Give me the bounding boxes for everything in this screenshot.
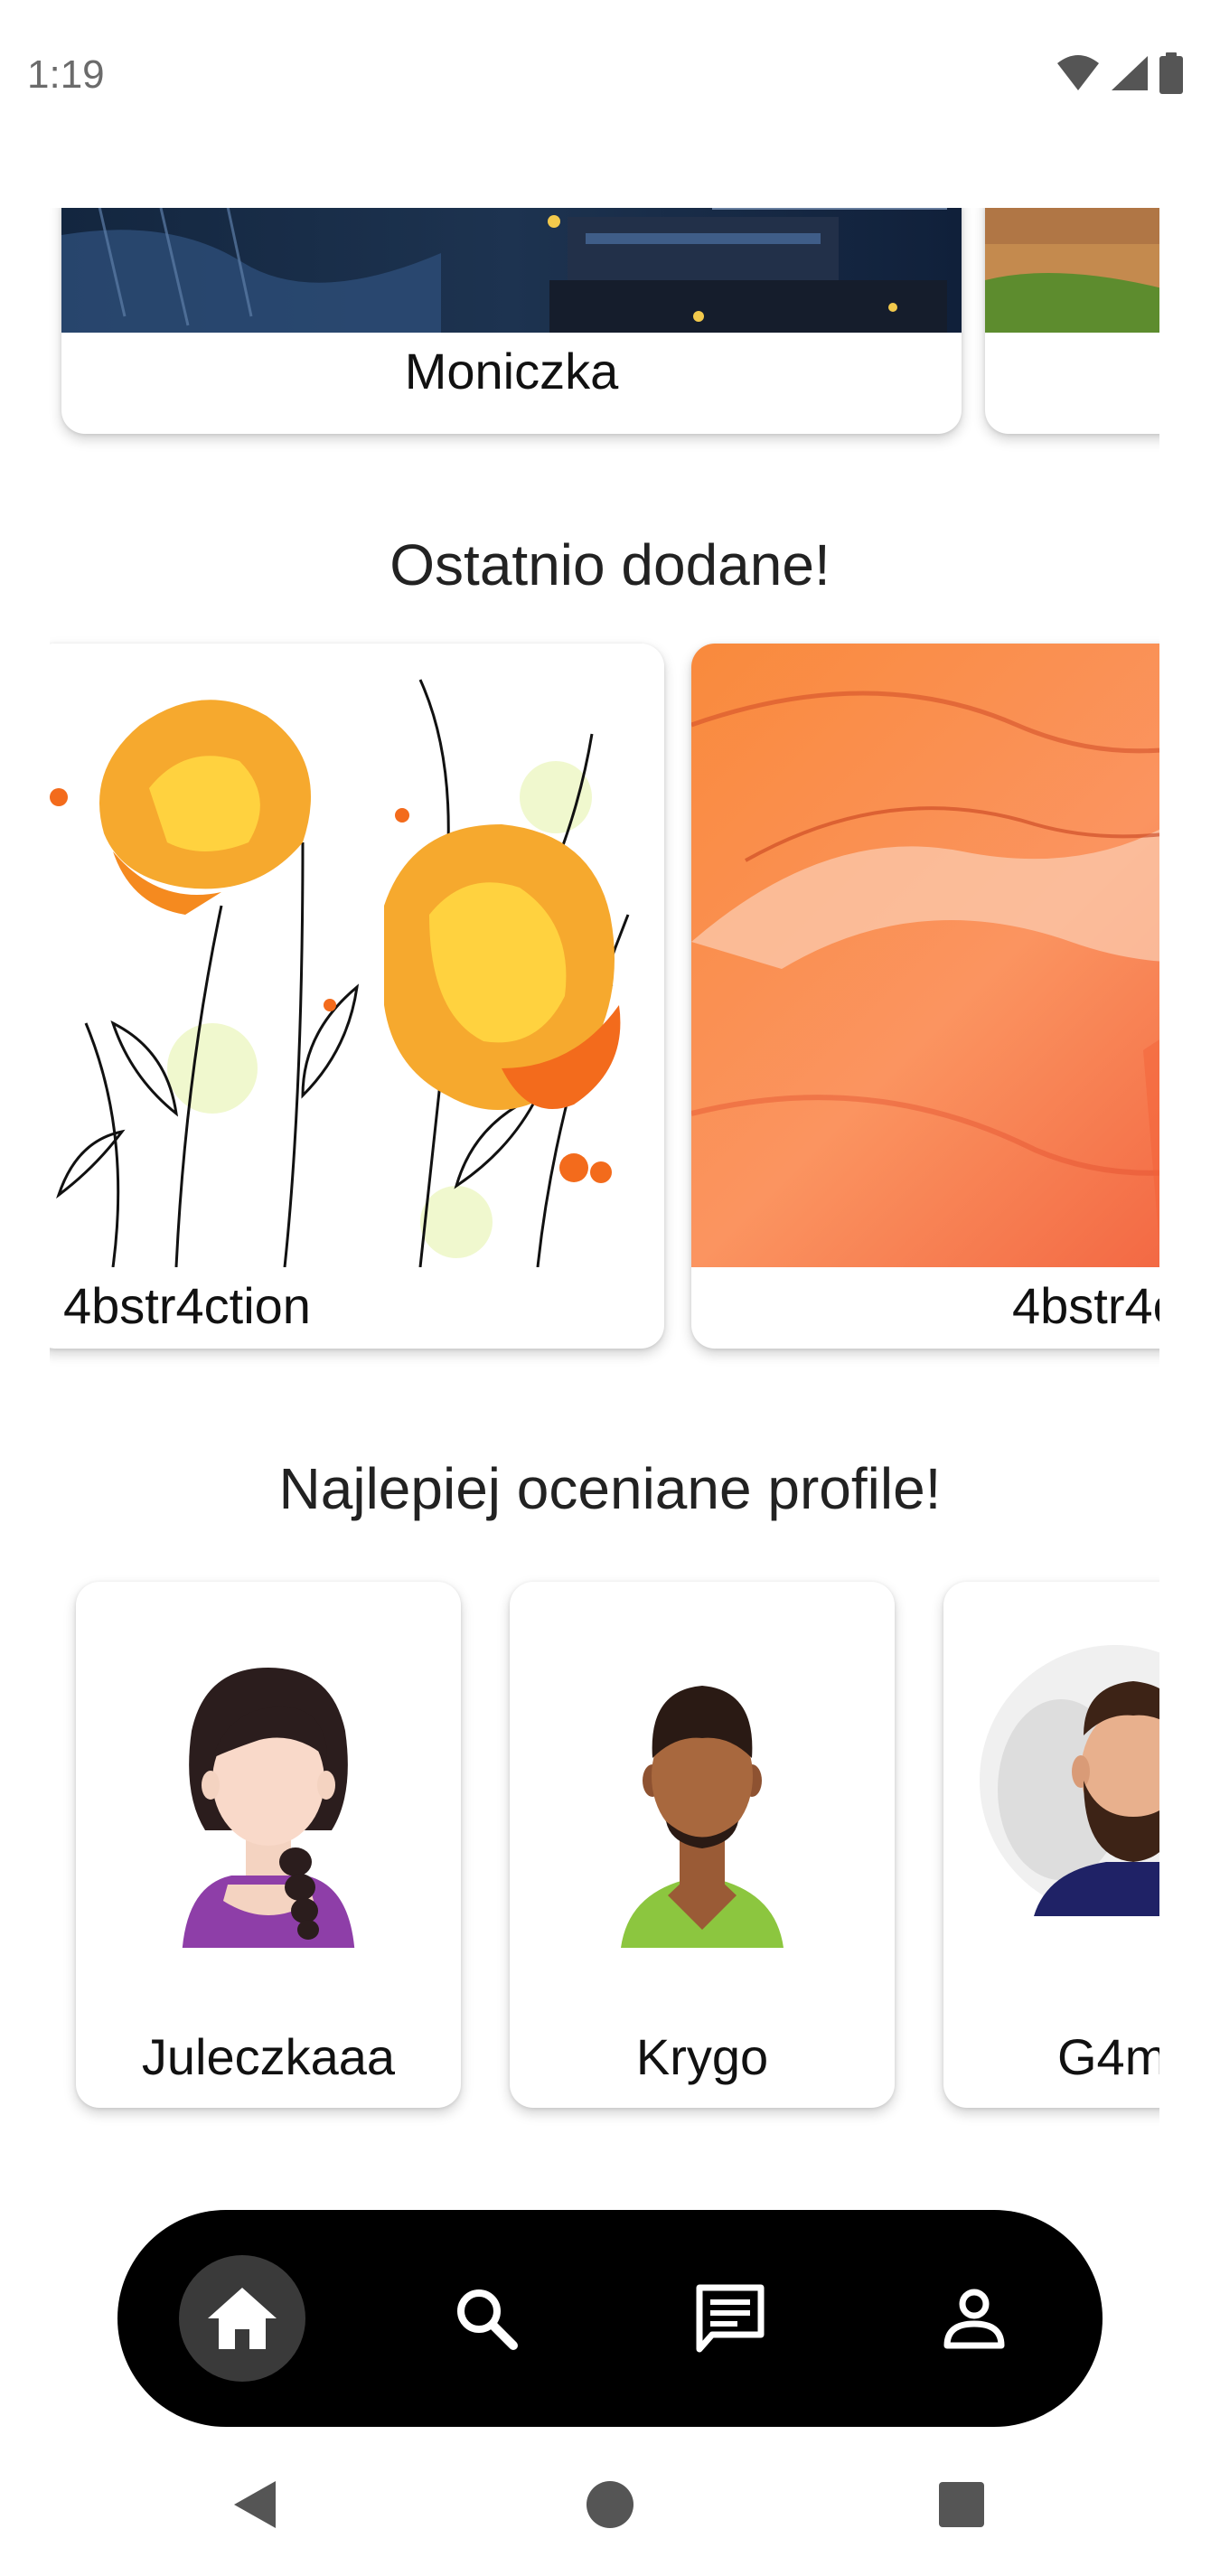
featured-image xyxy=(61,208,962,333)
profile-icon xyxy=(943,2289,1005,2349)
status-bar: 1:19 xyxy=(0,0,1220,154)
profiles-carousel[interactable]: Juleczkaaa Krygo G4m xyxy=(54,1568,1159,2129)
featured-card-label: Moniczka xyxy=(404,343,619,400)
status-icons xyxy=(1056,52,1184,94)
home-circle-icon[interactable] xyxy=(585,2479,635,2530)
back-icon[interactable] xyxy=(230,2478,279,2531)
recent-section-title: Ostatnio dodane! xyxy=(389,532,831,597)
recent-card-label: 4bstr4ction xyxy=(63,1277,311,1334)
bearded-avatar-icon xyxy=(980,1645,1159,1916)
recent-card[interactable]: 4bstr4ction xyxy=(50,644,664,1349)
female-avatar-icon xyxy=(182,1668,355,1948)
recent-card-image xyxy=(691,644,1159,1267)
nav-search-button[interactable] xyxy=(423,2255,549,2382)
bottom-navigation xyxy=(117,2210,1103,2427)
recent-card-image xyxy=(50,644,664,1267)
profile-card[interactable]: G4m xyxy=(943,1582,1159,2108)
home-icon xyxy=(208,2288,277,2349)
recent-card-label: 4bstr4ction xyxy=(1012,1277,1159,1334)
search-icon xyxy=(457,2289,518,2350)
status-time: 1:19 xyxy=(27,52,105,97)
featured-image-next xyxy=(985,208,1159,333)
recent-card[interactable]: 4bstr4ction xyxy=(691,644,1159,1349)
featured-card-next[interactable] xyxy=(985,208,1159,434)
system-navigation xyxy=(0,2440,1220,2576)
featured-card[interactable]: Moniczka xyxy=(61,208,962,434)
profile-name: Juleczkaaa xyxy=(141,2028,396,2085)
featured-carousel[interactable]: Moniczka xyxy=(0,208,1159,461)
home-screen: 1:19 Moniczka Ostatnio dodane! 4bstr4cti… xyxy=(0,0,1220,2576)
battery-icon xyxy=(1159,52,1183,94)
recents-icon[interactable] xyxy=(938,2481,985,2528)
wifi-icon xyxy=(1057,55,1099,90)
recent-carousel[interactable]: 4bstr4ction 4bstr4ction xyxy=(50,633,1159,1383)
cell-signal-icon xyxy=(1112,56,1148,90)
profile-name: Krygo xyxy=(635,2028,769,2085)
chat-icon xyxy=(696,2284,765,2353)
profile-card[interactable]: Krygo xyxy=(510,1582,895,2108)
profiles-section-title: Najlepiej oceniane profile! xyxy=(278,1456,942,1521)
nav-profile-button[interactable] xyxy=(911,2255,1037,2382)
profile-name: G4m xyxy=(1057,2028,1159,2085)
nav-home-button[interactable] xyxy=(179,2255,305,2382)
male-avatar-icon xyxy=(621,1686,784,1948)
nav-messages-button[interactable] xyxy=(667,2255,793,2382)
profile-card[interactable]: Juleczkaaa xyxy=(76,1582,461,2108)
